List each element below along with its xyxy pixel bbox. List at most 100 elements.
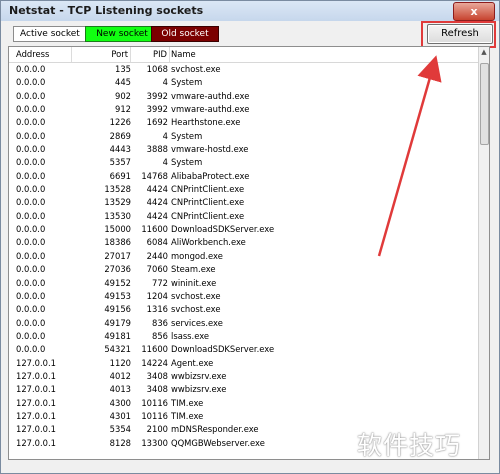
cell-name: DownloadSDKServer.exe — [171, 224, 275, 235]
title-bar[interactable]: Netstat - TCP Listening sockets x — [1, 1, 499, 21]
cell-pid: 3408 — [146, 370, 168, 381]
cell-address: 0.0.0.0 — [16, 250, 46, 261]
cell-address: 0.0.0.0 — [16, 90, 46, 101]
table-row[interactable]: 0.0.0.0 912 3992 vmware-authd.exe — [9, 103, 483, 116]
cell-pid: 4424 — [146, 210, 168, 221]
cell-port: 1226 — [109, 117, 131, 128]
watermark: 软件技巧 — [357, 431, 462, 460]
table-row[interactable]: 127.0.0.1 4013 3408 wwbizsrv.exe — [9, 383, 483, 396]
table-row[interactable]: 0.0.0.0 27036 7060 Steam.exe — [9, 263, 483, 276]
table-row[interactable]: 0.0.0.0 4443 3888 vmware-hostd.exe — [9, 143, 483, 156]
cell-port: 4300 — [109, 397, 131, 408]
cell-pid: 6084 — [146, 237, 168, 248]
table-row[interactable]: 0.0.0.0 15000 11600 DownloadSDKServer.exe — [9, 223, 483, 236]
cell-name: mongod.exe — [171, 250, 223, 261]
cell-address: 0.0.0.0 — [16, 224, 46, 235]
table-row[interactable]: 0.0.0.0 54321 11600 DownloadSDKServer.exe — [9, 343, 483, 356]
cell-port: 8128 — [109, 437, 131, 448]
cell-name: System — [171, 157, 203, 168]
cell-address: 0.0.0.0 — [16, 237, 46, 248]
cell-pid: 3992 — [146, 104, 168, 115]
close-button[interactable]: x — [453, 2, 495, 21]
cell-port: 13530 — [104, 210, 131, 221]
table-row[interactable]: 0.0.0.0 13528 4424 CNPrintClient.exe — [9, 183, 483, 196]
table-row[interactable]: 0.0.0.0 49153 1204 svchost.exe — [9, 290, 483, 303]
window-title: Netstat - TCP Listening sockets — [9, 4, 204, 17]
table-row[interactable]: 0.0.0.0 49152 772 wininit.exe — [9, 277, 483, 290]
cell-pid: 1316 — [146, 304, 168, 315]
cell-name: mDNSResponder.exe — [171, 424, 259, 435]
table-row[interactable]: 0.0.0.0 5357 4 System — [9, 156, 483, 169]
cell-port: 5354 — [109, 424, 131, 435]
cell-address: 127.0.0.1 — [16, 410, 56, 421]
cell-pid: 836 — [152, 317, 168, 328]
table-row[interactable]: 0.0.0.0 135 1068 svchost.exe — [9, 63, 483, 76]
table-row[interactable]: 0.0.0.0 13530 4424 CNPrintClient.exe — [9, 210, 483, 223]
table-row[interactable]: 0.0.0.0 49181 856 lsass.exe — [9, 330, 483, 343]
table-row[interactable]: 0.0.0.0 13529 4424 CNPrintClient.exe — [9, 196, 483, 209]
cell-pid: 4 — [162, 77, 168, 88]
socket-list[interactable]: Address Port PID Name 0.0.0.0 135 1068 svch… — [8, 46, 490, 460]
legend-new-socket: New socket — [85, 26, 159, 42]
cell-address: 127.0.0.1 — [16, 370, 56, 381]
table-row[interactable]: 127.0.0.1 4301 10116 TIM.exe — [9, 410, 483, 423]
table-row[interactable]: 127.0.0.1 4012 3408 wwbizsrv.exe — [9, 370, 483, 383]
table-row[interactable]: 0.0.0.0 1226 1692 Hearthstone.exe — [9, 116, 483, 129]
table-row[interactable]: 0.0.0.0 2869 4 System — [9, 130, 483, 143]
cell-address: 0.0.0.0 — [16, 64, 46, 74]
table-row[interactable]: 127.0.0.1 1120 14224 Agent.exe — [9, 357, 483, 370]
cell-port: 49153 — [104, 290, 131, 301]
cell-name: TIM.exe — [171, 397, 204, 408]
cell-port: 49152 — [104, 277, 131, 288]
legend-active-socket: Active socket — [13, 26, 87, 42]
cell-address: 127.0.0.1 — [16, 384, 56, 395]
table-row[interactable]: 127.0.0.1 4300 10116 TIM.exe — [9, 397, 483, 410]
cell-pid: 772 — [152, 277, 168, 288]
cell-name: CNPrintClient.exe — [171, 197, 245, 208]
table-row[interactable]: 0.0.0.0 49156 1316 svchost.exe — [9, 303, 483, 316]
cell-name: wwbizsrv.exe — [171, 370, 227, 381]
cell-address: 0.0.0.0 — [16, 117, 46, 128]
table-row[interactable]: 0.0.0.0 27017 2440 mongod.exe — [9, 250, 483, 263]
cell-pid: 10116 — [141, 397, 168, 408]
cell-name: svchost.exe — [171, 64, 221, 74]
cell-name: Agent.exe — [171, 357, 214, 368]
cell-name: DownloadSDKServer.exe — [171, 344, 275, 355]
cell-port: 27017 — [104, 250, 131, 261]
table-row[interactable]: 0.0.0.0 18386 6084 AliWorkbench.exe — [9, 236, 483, 249]
column-header-port[interactable]: Port — [71, 47, 131, 62]
cell-address: 127.0.0.1 — [16, 357, 56, 368]
table-row[interactable]: 0.0.0.0 445 4 System — [9, 76, 483, 89]
scroll-up-icon[interactable]: ▲ — [479, 47, 489, 57]
cell-pid: 14768 — [141, 170, 168, 181]
cell-address: 0.0.0.0 — [16, 330, 46, 341]
cell-name: System — [171, 130, 203, 141]
cell-pid: 4 — [162, 130, 168, 141]
refresh-button[interactable]: Refresh — [427, 24, 493, 44]
cell-address: 0.0.0.0 — [16, 304, 46, 315]
cell-pid: 856 — [152, 330, 168, 341]
legend-old-socket: Old socket — [151, 26, 219, 42]
cell-pid: 2440 — [146, 250, 168, 261]
scroll-thumb[interactable] — [480, 63, 489, 145]
table-row[interactable]: 0.0.0.0 6691 14768 AlibabaProtect.exe — [9, 170, 483, 183]
cell-port: 4012 — [109, 370, 131, 381]
cell-pid: 10116 — [141, 410, 168, 421]
column-header-address[interactable]: Address — [16, 47, 72, 62]
cell-pid: 1204 — [146, 290, 168, 301]
vertical-scrollbar[interactable]: ▲ — [478, 47, 489, 459]
cell-address: 0.0.0.0 — [16, 184, 46, 195]
column-header-name[interactable]: Name — [171, 47, 483, 62]
cell-port: 445 — [115, 77, 131, 88]
cell-port: 54321 — [104, 344, 131, 355]
cell-pid: 3888 — [146, 144, 168, 155]
cell-name: Hearthstone.exe — [171, 117, 241, 128]
cell-address: 0.0.0.0 — [16, 290, 46, 301]
cell-address: 0.0.0.0 — [16, 264, 46, 275]
table-row[interactable]: 0.0.0.0 49179 836 services.exe — [9, 317, 483, 330]
cell-port: 912 — [115, 104, 131, 115]
cell-address: 0.0.0.0 — [16, 77, 46, 88]
cell-address: 0.0.0.0 — [16, 130, 46, 141]
table-row[interactable]: 0.0.0.0 902 3992 vmware-authd.exe — [9, 90, 483, 103]
column-header-pid[interactable]: PID — [133, 47, 170, 62]
